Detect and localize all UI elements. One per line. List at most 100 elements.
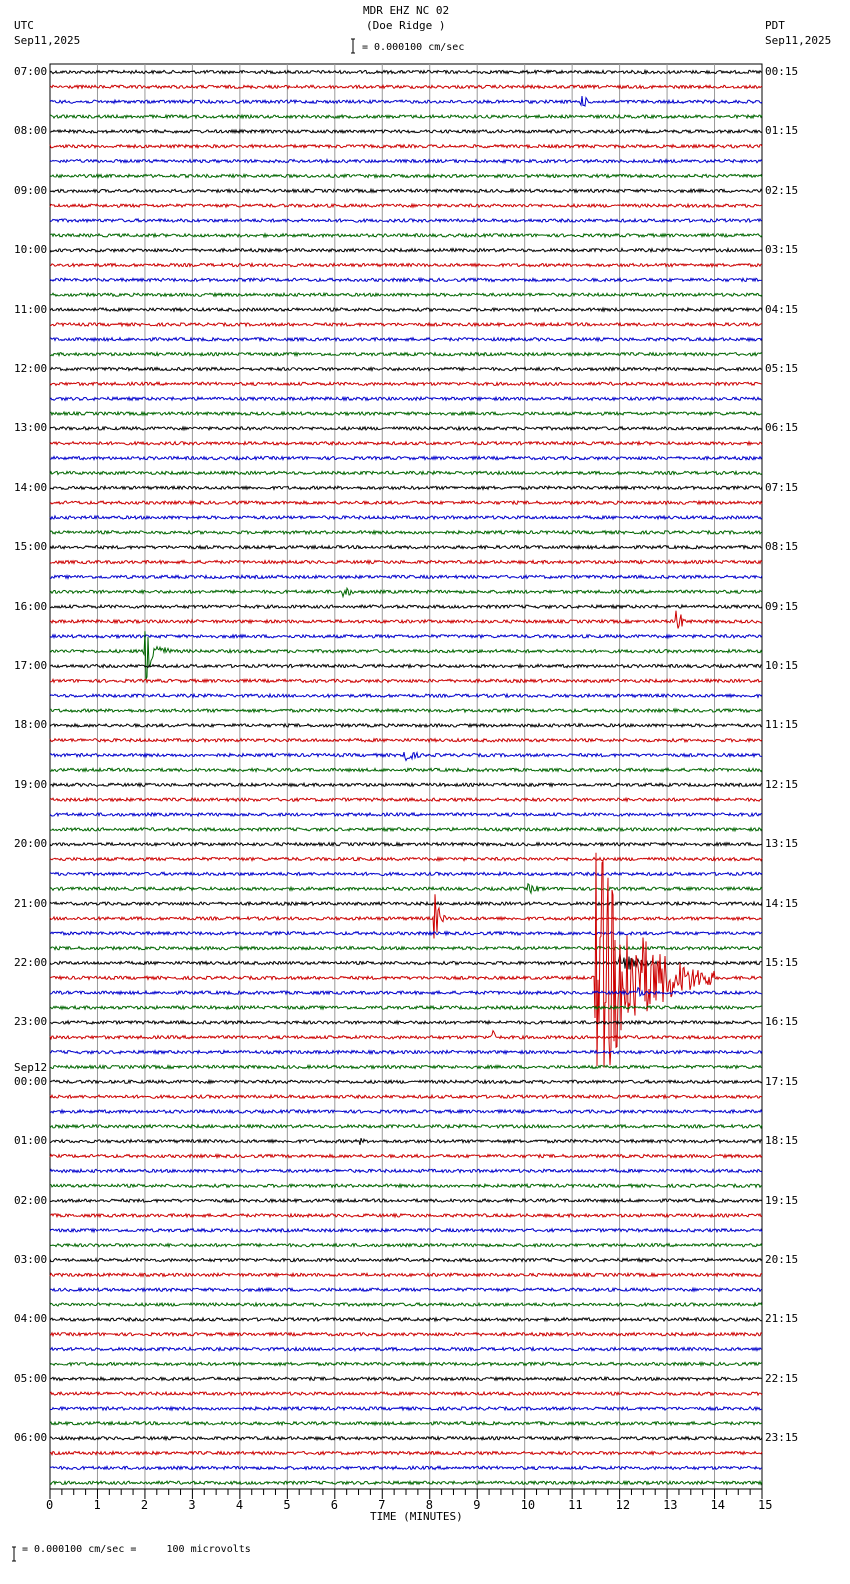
utc-hour-label: 09:00 (14, 183, 48, 197)
pdt-hour-label: 22:15 (765, 1371, 799, 1385)
seismic-trace (49, 247, 763, 254)
seismic-trace (49, 95, 763, 107)
x-tick-label: 9 (473, 1498, 481, 1512)
utc-hour-label: 12:00 (14, 362, 48, 375)
seismic-trace (49, 870, 763, 877)
seismic-trace (49, 811, 763, 818)
seismic-trace (49, 1152, 763, 1160)
seismic-trace (49, 586, 763, 599)
seismic-trace (49, 232, 763, 239)
seismic-trace (49, 157, 763, 165)
seismic-trace (49, 1345, 763, 1353)
seismic-trace (49, 677, 763, 684)
seismic-trace (49, 1167, 763, 1174)
pdt-hour-label: 20:15 (765, 1253, 799, 1266)
seismic-trace (49, 68, 763, 76)
seismic-trace (49, 633, 763, 640)
pdt-hour-label: 04:15 (765, 302, 799, 316)
seismic-trace (49, 395, 763, 402)
seismic-trace (49, 469, 763, 476)
seismic-trace (49, 128, 763, 135)
seismic-trace (49, 83, 763, 90)
seismic-trace (49, 1019, 763, 1026)
footer-scale-bar-icon (12, 1546, 16, 1562)
seismic-trace (49, 1257, 763, 1263)
seismic-trace (49, 1450, 763, 1457)
seismic-trace (49, 1375, 763, 1382)
seismic-trace (49, 1123, 763, 1130)
scale-bar-icon (351, 38, 355, 54)
pdt-hour-label: 14:15 (765, 896, 799, 910)
seismic-trace (49, 855, 763, 863)
utc-hour-label: 20:00 (14, 837, 48, 851)
seismic-trace (49, 781, 763, 789)
seismic-trace (49, 1405, 762, 1412)
seismic-trace (49, 1465, 763, 1471)
seismic-trace (49, 1049, 763, 1056)
pdt-hour-label: 07:15 (765, 480, 799, 494)
seismic-trace (49, 336, 763, 343)
seismic-trace (49, 172, 763, 180)
x-tick-label: 1 (93, 1498, 101, 1512)
utc-hour-label: 16:00 (14, 599, 48, 613)
seismic-trace (49, 440, 763, 447)
seismic-trace (49, 351, 763, 358)
seismic-trace (49, 410, 763, 417)
seismic-trace (49, 306, 763, 313)
pdt-hour-label: 23:15 (765, 1431, 799, 1445)
utc-hour-label: 10:00 (14, 243, 48, 257)
seismic-trace (49, 610, 763, 629)
pdt-hour-label: 01:15 (765, 124, 799, 138)
seismic-trace (49, 484, 763, 491)
pdt-hour-label: 02:15 (765, 183, 799, 197)
x-tick-label: 5 (283, 1498, 291, 1512)
seismic-trace (49, 1316, 763, 1323)
utc-hour-label: 07:00 (14, 65, 48, 78)
seismic-trace (49, 1360, 763, 1368)
pdt-hour-label: 00:15 (765, 65, 799, 78)
utc-hour-label: 11:00 (14, 302, 48, 316)
seismic-trace (49, 750, 762, 762)
pdt-hour-label: 15:15 (765, 956, 799, 969)
x-tick-label: 3 (188, 1498, 196, 1512)
utc-hour-label: 01:00 (14, 1134, 48, 1148)
seismic-trace (49, 662, 763, 670)
seismic-trace (49, 499, 763, 506)
utc-hour-label: 19:00 (14, 777, 48, 791)
seismic-trace (49, 631, 763, 680)
helicorder-plot: MDR EHZ NC 02 (Doe Ridge ) UTC Sep11,202… (0, 0, 850, 1584)
pdt-hour-label: 06:15 (765, 421, 799, 435)
pdt-hour-label: 10:15 (765, 659, 799, 672)
seismic-trace (49, 321, 763, 328)
seismic-trace (49, 366, 763, 373)
pdt-hour-label: 11:15 (765, 718, 799, 732)
utc-hour-label: 17:00 (14, 659, 48, 672)
x-tick-label: 4 (235, 1498, 244, 1512)
seismic-trace (49, 187, 763, 194)
seismic-trace (49, 455, 763, 462)
seismic-trace (49, 1286, 763, 1293)
seismic-trace (49, 1063, 763, 1070)
pdt-hour-label: 19:15 (765, 1193, 799, 1207)
seismic-trace (49, 113, 763, 120)
seismic-trace (49, 143, 763, 150)
seismic-trace (49, 882, 763, 895)
seismic-trace (49, 202, 763, 209)
utc-hour-label: 15:00 (14, 540, 48, 554)
seismic-trace (50, 291, 763, 298)
utc-hour-label: 13:00 (14, 421, 48, 435)
seismic-trace (49, 737, 763, 744)
seismic-trace (50, 707, 763, 714)
seismic-trace (49, 1093, 763, 1100)
utc-hour-label: 18:00 (14, 718, 48, 732)
pdt-hour-label: 05:15 (765, 362, 799, 375)
seismic-trace (49, 722, 763, 729)
pdt-hour-label: 17:15 (765, 1074, 799, 1088)
pdt-hour-label: 03:15 (765, 243, 799, 257)
seismic-trace (49, 930, 763, 937)
utc-hour-label: 06:00 (14, 1431, 48, 1445)
seismic-trace (49, 945, 763, 952)
utc-hour-label: 14:00 (14, 480, 48, 494)
utc-hour-label: 00:00 (14, 1074, 48, 1088)
seismogram-svg (12, 38, 763, 1562)
